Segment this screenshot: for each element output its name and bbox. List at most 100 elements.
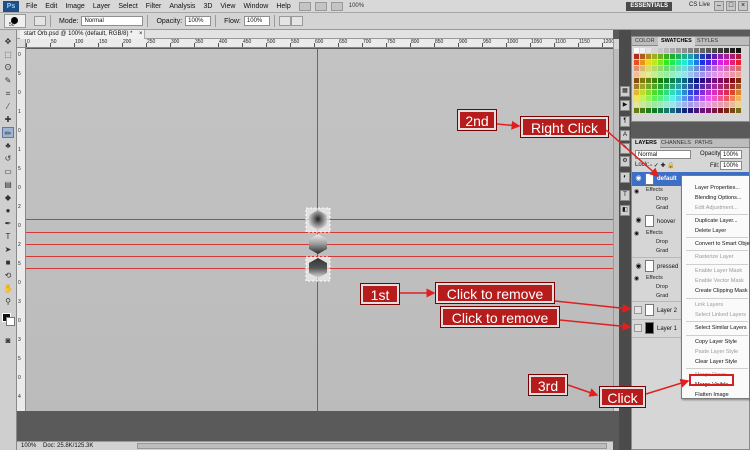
tab-swatches[interactable]: SWATCHES <box>658 37 695 46</box>
color-swatch[interactable] <box>670 96 675 101</box>
color-swatch[interactable] <box>676 78 681 83</box>
color-swatch[interactable] <box>718 96 723 101</box>
color-swatch[interactable] <box>670 90 675 95</box>
status-doc-size[interactable]: Doc: 25.8K/125.3K <box>43 442 93 450</box>
color-swatch[interactable] <box>730 102 735 107</box>
color-swatch[interactable] <box>688 84 693 89</box>
color-swatch[interactable] <box>676 84 681 89</box>
visibility-eye-icon[interactable]: ◉ <box>634 188 639 195</box>
color-swatch[interactable] <box>682 48 687 53</box>
color-swatch[interactable] <box>664 78 669 83</box>
bridge-button[interactable] <box>298 1 311 11</box>
color-swatch[interactable] <box>712 48 717 53</box>
color-swatch[interactable] <box>700 66 705 71</box>
color-swatch[interactable] <box>730 108 735 113</box>
visibility-eye-icon[interactable]: ◉ <box>634 275 639 282</box>
color-swatch[interactable] <box>634 60 639 65</box>
effect-drop-shadow[interactable]: Drop <box>656 196 668 202</box>
color-swatch[interactable] <box>652 48 657 53</box>
context-menu-item-convert-to-smart-object[interactable]: Convert to Smart Object <box>695 241 750 247</box>
brush-tool-icon[interactable]: ✏ <box>2 127 14 138</box>
visibility-toggle-off[interactable] <box>634 306 642 314</box>
color-swatch[interactable] <box>718 72 723 77</box>
color-swatch[interactable] <box>670 84 675 89</box>
context-menu-item-flatten-image[interactable]: Flatten Image <box>695 392 729 398</box>
color-swatch[interactable] <box>712 102 717 107</box>
color-swatch[interactable] <box>664 66 669 71</box>
menu-view[interactable]: View <box>216 3 239 10</box>
color-swatch[interactable] <box>694 102 699 107</box>
color-swatch[interactable] <box>730 84 735 89</box>
color-swatch[interactable] <box>670 60 675 65</box>
background-color-swatch[interactable] <box>6 317 15 326</box>
close-button[interactable]: × <box>738 1 748 11</box>
ruler-origin[interactable] <box>17 39 26 48</box>
color-swatch[interactable] <box>664 102 669 107</box>
color-swatch[interactable] <box>718 102 723 107</box>
color-swatch[interactable] <box>706 108 711 113</box>
eraser-tool-icon[interactable]: ▭ <box>2 166 14 177</box>
color-swatch[interactable] <box>664 96 669 101</box>
color-swatch[interactable] <box>646 60 651 65</box>
color-swatch[interactable] <box>676 66 681 71</box>
color-swatch[interactable] <box>682 108 687 113</box>
color-swatch[interactable] <box>712 84 717 89</box>
color-swatch[interactable] <box>736 78 741 83</box>
color-swatch[interactable] <box>676 54 681 59</box>
color-swatch[interactable] <box>730 54 735 59</box>
type-panel-icon[interactable]: T <box>620 190 630 201</box>
color-swatch[interactable] <box>646 66 651 71</box>
move-tool-icon[interactable]: ✥ <box>2 36 14 47</box>
hand-tool-icon[interactable]: ✋ <box>2 283 14 294</box>
layer-opacity-input[interactable]: 100% <box>720 150 742 159</box>
document-tab[interactable]: start Orb.psd @ 100% (default, RGB/8) * … <box>20 30 146 39</box>
color-swatch[interactable] <box>682 72 687 77</box>
color-swatch[interactable] <box>736 84 741 89</box>
color-swatch[interactable] <box>634 90 639 95</box>
color-swatch[interactable] <box>730 48 735 53</box>
dodge-tool-icon[interactable]: ● <box>2 205 14 216</box>
color-swatch[interactable] <box>658 96 663 101</box>
color-swatch[interactable] <box>724 48 729 53</box>
color-swatch[interactable] <box>718 90 723 95</box>
effect-gradient[interactable]: Grad <box>656 248 668 254</box>
color-swatch[interactable] <box>730 66 735 71</box>
color-swatch[interactable] <box>718 60 723 65</box>
layer-effects-label[interactable]: Effects <box>646 187 663 193</box>
color-swatch[interactable] <box>718 66 723 71</box>
color-swatch[interactable] <box>634 102 639 107</box>
path-select-tool-icon[interactable]: ➤ <box>2 244 14 255</box>
color-swatch[interactable] <box>694 84 699 89</box>
effect-drop-shadow[interactable]: Drop <box>656 284 668 290</box>
color-swatch[interactable] <box>706 66 711 71</box>
color-swatch[interactable] <box>670 54 675 59</box>
color-swatch[interactable] <box>706 48 711 53</box>
color-swatch[interactable] <box>682 66 687 71</box>
color-swatch[interactable] <box>694 96 699 101</box>
color-swatch[interactable] <box>646 96 651 101</box>
color-swatch[interactable] <box>646 84 651 89</box>
lock-icons[interactable]: ▫ ✓ ✚ 🔒 <box>650 162 675 169</box>
color-swatch[interactable] <box>640 66 645 71</box>
color-swatch[interactable] <box>670 108 675 113</box>
close-icon[interactable]: × <box>139 30 143 39</box>
tab-color[interactable]: COLOR <box>632 37 658 46</box>
clone-source-panel-icon[interactable]: ⚙ <box>620 156 630 167</box>
tab-channels[interactable]: CHANNELS <box>658 139 694 148</box>
color-swatch[interactable] <box>706 78 711 83</box>
color-swatch[interactable] <box>634 66 639 71</box>
color-swatch[interactable] <box>730 60 735 65</box>
color-swatch[interactable] <box>712 72 717 77</box>
color-swatch[interactable] <box>646 78 651 83</box>
color-swatch[interactable] <box>688 102 693 107</box>
color-swatch[interactable] <box>640 54 645 59</box>
menu-edit[interactable]: Edit <box>41 3 61 10</box>
color-swatch[interactable] <box>712 90 717 95</box>
flow-input[interactable]: 100% <box>243 16 270 26</box>
color-swatch[interactable] <box>724 84 729 89</box>
color-swatch[interactable] <box>634 96 639 101</box>
color-swatch[interactable] <box>718 48 723 53</box>
color-swatch[interactable] <box>736 48 741 53</box>
color-swatch[interactable] <box>682 60 687 65</box>
color-swatch[interactable] <box>664 90 669 95</box>
